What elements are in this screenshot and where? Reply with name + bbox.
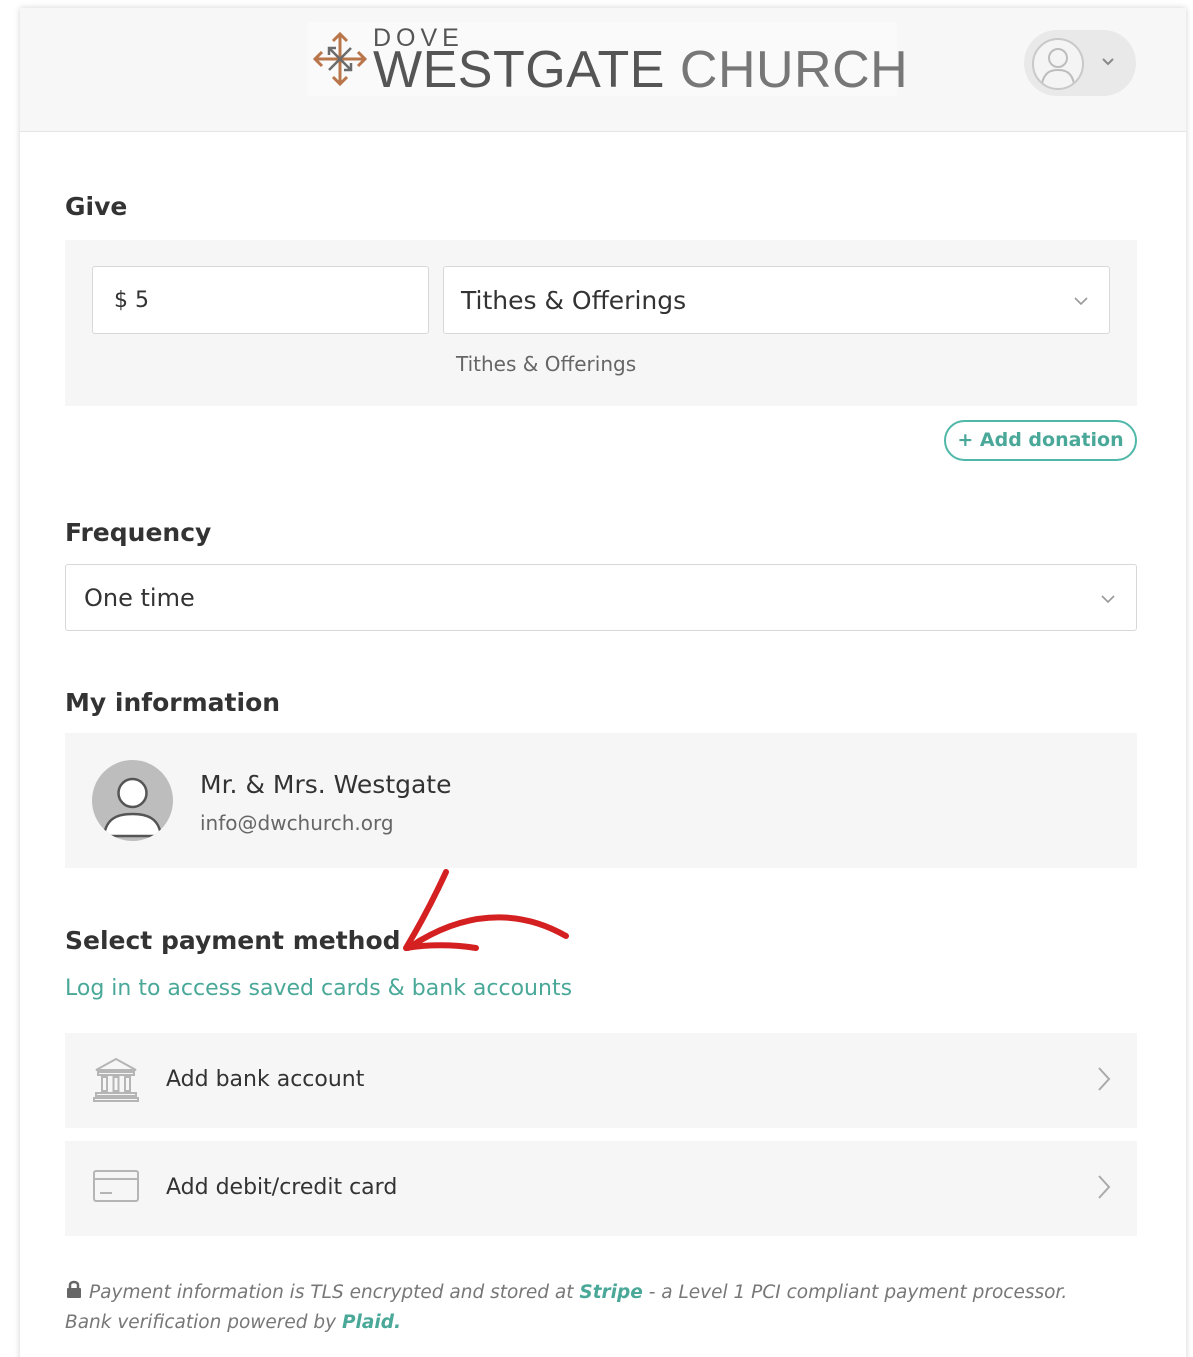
add-bank-account-row[interactable]: Add bank account bbox=[65, 1033, 1137, 1128]
avatar bbox=[92, 760, 173, 841]
user-menu-button[interactable] bbox=[1024, 30, 1136, 96]
page-frame: DOVE WESTGATE CHURCH Give $ 5 Tithes & O… bbox=[20, 8, 1186, 1357]
lock-icon bbox=[67, 1280, 81, 1298]
user-icon bbox=[1032, 38, 1084, 90]
security-note: Payment information is TLS encrypted and… bbox=[65, 1278, 1115, 1338]
frequency-select-value: One time bbox=[84, 584, 195, 612]
fund-select-value: Tithes & Offerings bbox=[461, 286, 687, 315]
frequency-select[interactable]: One time bbox=[65, 564, 1137, 631]
bank-icon bbox=[93, 1057, 139, 1102]
add-card-label: Add debit/credit card bbox=[166, 1175, 398, 1200]
credit-card-icon bbox=[93, 1170, 139, 1202]
fund-select[interactable]: Tithes & Offerings bbox=[443, 266, 1110, 334]
chevron-down-icon bbox=[1101, 595, 1115, 604]
chevron-down-icon bbox=[1074, 297, 1088, 306]
user-email: info@dwchurch.org bbox=[200, 811, 394, 835]
frequency-title: Frequency bbox=[65, 518, 212, 547]
security-note-text-3: . bbox=[393, 1312, 401, 1333]
add-card-row[interactable]: Add debit/credit card bbox=[65, 1141, 1137, 1236]
header: DOVE WESTGATE CHURCH bbox=[20, 8, 1186, 132]
login-saved-methods-link[interactable]: Log in to access saved cards & bank acco… bbox=[65, 976, 572, 1001]
church-logo[interactable]: DOVE WESTGATE CHURCH bbox=[307, 22, 908, 99]
logo-main-text: WESTGATE CHURCH bbox=[373, 40, 908, 100]
add-donation-button[interactable]: + Add donation bbox=[944, 420, 1137, 461]
chevron-right-icon bbox=[1098, 1175, 1111, 1199]
chevron-right-icon bbox=[1098, 1067, 1111, 1091]
amount-value: $ 5 bbox=[114, 288, 149, 313]
logo-westgate-text: WESTGATE bbox=[373, 41, 665, 99]
fund-description: Tithes & Offerings bbox=[456, 352, 637, 376]
my-information-title: My information bbox=[65, 688, 281, 717]
security-note-text-1: Payment information is TLS encrypted and… bbox=[89, 1282, 580, 1303]
annotation-arrow bbox=[403, 869, 569, 951]
logo-church-text: CHURCH bbox=[679, 41, 909, 99]
amount-input[interactable]: $ 5 bbox=[92, 266, 429, 334]
stripe-link[interactable]: Stripe bbox=[579, 1282, 642, 1303]
donation-box: $ 5 Tithes & Offerings Tithes & Offering… bbox=[65, 240, 1137, 406]
user-name: Mr. & Mrs. Westgate bbox=[200, 770, 452, 799]
give-title: Give bbox=[65, 192, 128, 221]
my-information-box: Mr. & Mrs. Westgate info@dwchurch.org bbox=[65, 733, 1137, 868]
payment-method-title: Select payment method bbox=[65, 926, 401, 955]
cross-arrows-icon bbox=[312, 31, 368, 87]
add-bank-account-label: Add bank account bbox=[166, 1067, 365, 1092]
chevron-down-icon bbox=[1102, 58, 1114, 66]
plaid-link[interactable]: Plaid bbox=[342, 1312, 394, 1333]
